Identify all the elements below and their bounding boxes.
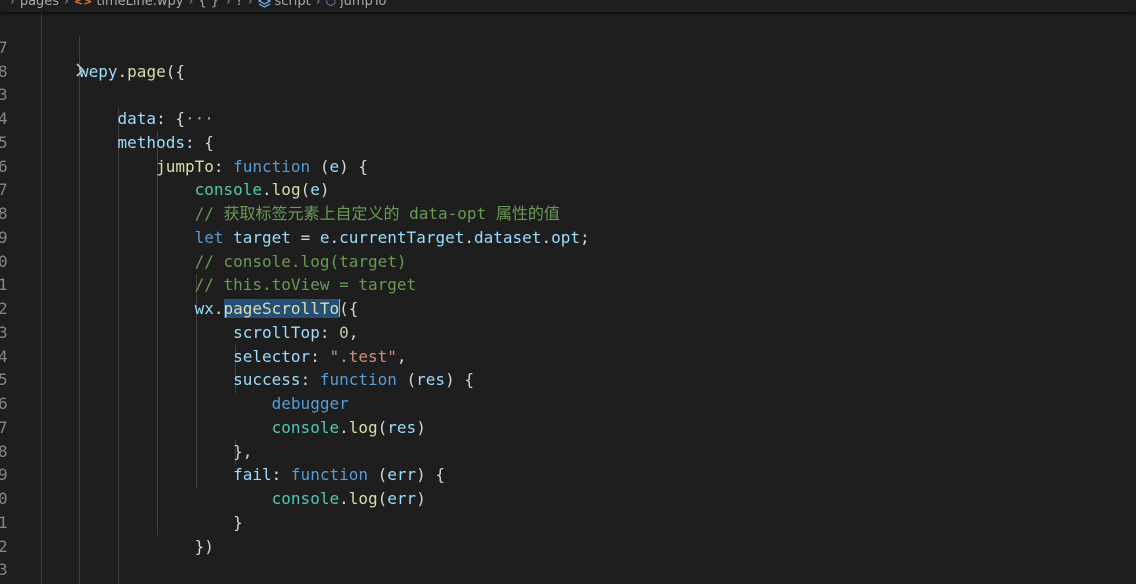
breadcrumb-separator: › bbox=[188, 0, 194, 8]
code-line[interactable]: 0 // this.toView = target bbox=[0, 226, 1136, 295]
code-line[interactable]: 1 }) bbox=[0, 487, 1136, 556]
code-line[interactable]: 8 fail: function (err) { bbox=[0, 416, 1136, 485]
code-line[interactable]: 8 let target = e.currentTarget.dataset.o… bbox=[0, 178, 1136, 247]
breadcrumb-separator: › bbox=[64, 0, 69, 8]
breadcrumb-file[interactable]: <> timeLine.wpy bbox=[74, 0, 184, 9]
code-line[interactable]: 3 bbox=[0, 60, 1136, 104]
breadcrumb-separator: › bbox=[226, 0, 231, 8]
breadcrumb: › pages › <> timeLine.wpy › { } › ? › sc… bbox=[0, 0, 1136, 12]
code-editor[interactable]: 7 wepy.page({ 8 data: {··· 3 4 methods: … bbox=[0, 12, 1136, 584]
code-line[interactable]: 5 jumpTo: function (e) { bbox=[0, 107, 1136, 176]
braces-icon: { } bbox=[198, 0, 219, 9]
breadcrumb-script-label: script bbox=[274, 0, 311, 9]
breadcrumb-symbol[interactable]: ⬡ jumpTo bbox=[326, 0, 387, 9]
breadcrumb-unnamed[interactable]: ? bbox=[236, 0, 243, 9]
code-line[interactable]: 7 // 获取标签元素上自定义的 data-opt 属性的值 bbox=[0, 155, 1136, 223]
code-line[interactable]: 8 data: {··· bbox=[0, 36, 1136, 129]
code-line[interactable]: 7 }, bbox=[0, 392, 1136, 461]
breadcrumb-separator: › bbox=[247, 0, 253, 8]
code-line[interactable]: 5 debugger bbox=[0, 345, 1136, 413]
code-line[interactable]: 7 wepy.page({ bbox=[0, 12, 1136, 81]
script-tag-icon bbox=[257, 0, 271, 8]
code-line[interactable]: 1 wx.pageScrollTo({ bbox=[0, 250, 1136, 318]
breadcrumb-folder[interactable]: pages bbox=[20, 0, 59, 9]
breadcrumb-folder-label: pages bbox=[19, 0, 60, 9]
method-cube-icon: ⬡ bbox=[325, 0, 337, 8]
code-line[interactable]: 2 scrollTop: 0, bbox=[0, 273, 1136, 342]
code-line[interactable]: 9 // console.log(target) bbox=[0, 202, 1136, 271]
code-line[interactable]: 4 bbox=[0, 558, 1136, 582]
code-line[interactable]: 2 bbox=[0, 511, 1136, 556]
breadcrumb-file-label: timeLine.wpy bbox=[96, 0, 184, 9]
breadcrumb-symbol-label: jumpTo bbox=[340, 0, 387, 9]
code-line[interactable]: 0 } bbox=[0, 463, 1136, 532]
breadcrumb-unnamed-label: ? bbox=[235, 0, 243, 9]
code-line[interactable]: 4 success: function (res) { bbox=[0, 321, 1136, 390]
breadcrumb-separator: › bbox=[315, 0, 321, 8]
code-line[interactable]: 4 methods: { bbox=[0, 83, 1136, 152]
breadcrumb-braces[interactable]: { } bbox=[198, 0, 221, 9]
breadcrumb-script[interactable]: script bbox=[257, 0, 311, 9]
code-line[interactable]: 6 console.log(e) bbox=[0, 131, 1136, 200]
code-line[interactable]: 9 console.log(err) bbox=[0, 440, 1136, 508]
breadcrumb-separator: › bbox=[10, 0, 15, 8]
code-line[interactable]: 6 console.log(res) bbox=[0, 368, 1136, 437]
code-line[interactable]: 3 selector: ".test", bbox=[0, 297, 1136, 366]
vue-file-icon: <> bbox=[73, 0, 93, 8]
code-line[interactable]: 3 } bbox=[0, 535, 1136, 579]
